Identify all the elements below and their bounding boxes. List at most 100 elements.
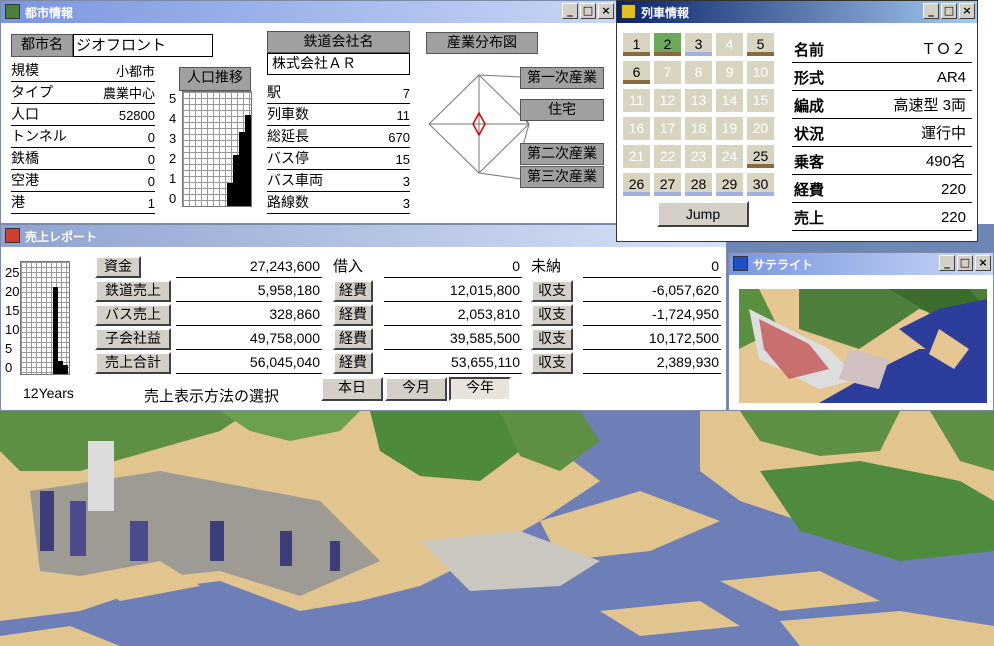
- train-slot-11[interactable]: 11: [623, 89, 650, 112]
- sales-value-col3: -1,724,950: [583, 304, 721, 326]
- minimize-button[interactable]: _: [562, 3, 578, 19]
- train-info-value: 220: [940, 181, 966, 198]
- minimize-button[interactable]: _: [939, 255, 955, 271]
- train-slot-19[interactable]: 19: [716, 117, 743, 140]
- city-info-window: 都市情報 _ □ × 都市名 ジオフロント 規模 小都市 タイプ 農業中心 人口 52800 ト…: [0, 0, 617, 224]
- company-stat-label: 路線数: [267, 195, 309, 211]
- city-map-view[interactable]: [0, 411, 994, 646]
- train-slot-5[interactable]: 5: [747, 33, 774, 56]
- population-bar: [245, 114, 251, 206]
- sales-axis-tick: 10: [5, 322, 20, 337]
- sales-category-button[interactable]: 売上合計: [95, 352, 171, 374]
- train-slot-26[interactable]: 26: [623, 173, 650, 196]
- train-info-title: 列車情報: [641, 5, 690, 20]
- satellite-window-controls: _ □ ×: [939, 255, 991, 271]
- train-slot-22[interactable]: 22: [654, 145, 681, 168]
- train-slot-6[interactable]: 6: [623, 61, 650, 84]
- city-stat-label: 空港: [11, 173, 39, 189]
- train-slot-9[interactable]: 9: [716, 61, 743, 84]
- sales-axis-tick: 0: [5, 360, 13, 375]
- sales-value-col1: 56,045,040: [176, 352, 322, 374]
- maximize-button[interactable]: □: [580, 3, 596, 19]
- company-stat-row: バス車両 3: [267, 171, 410, 192]
- close-button[interactable]: ×: [975, 255, 991, 271]
- sales-category-button[interactable]: 子会社益: [95, 328, 171, 350]
- period-tab-0[interactable]: 本日: [321, 377, 383, 401]
- sales-category-button[interactable]: バス売上: [95, 304, 171, 326]
- train-info-label: 乗客: [794, 153, 825, 171]
- train-info-row: 売上 220: [792, 207, 972, 231]
- train-slot-29[interactable]: 29: [716, 173, 743, 196]
- balance-button[interactable]: 収支: [531, 304, 573, 326]
- train-slot-13[interactable]: 13: [685, 89, 712, 112]
- close-button[interactable]: ×: [959, 3, 975, 19]
- satellite-minimap[interactable]: [739, 289, 987, 403]
- city-stat-value: 小都市: [115, 64, 155, 79]
- balance-button[interactable]: 収支: [531, 328, 573, 350]
- sales-category-button[interactable]: 鉄道売上: [95, 280, 171, 302]
- train-slot-30[interactable]: 30: [747, 173, 774, 196]
- satellite-icon: [733, 256, 748, 271]
- sales-value-col3: 0: [583, 256, 721, 278]
- industry-label: 第三次産業: [520, 166, 604, 188]
- company-stat-value: 15: [395, 152, 410, 167]
- train-slot-21[interactable]: 21: [623, 145, 650, 168]
- train-info-label: 編成: [794, 97, 825, 115]
- city-stat-row: 規模 小都市: [11, 61, 155, 82]
- train-slot-24[interactable]: 24: [716, 145, 743, 168]
- population-bar: [227, 183, 233, 206]
- company-name-label: 鉄道会社名: [267, 31, 410, 53]
- train-slot-14[interactable]: 14: [716, 89, 743, 112]
- period-tab-1[interactable]: 今月: [385, 377, 447, 401]
- population-axis-tick: 0: [169, 191, 177, 206]
- city-stat-label: タイプ: [11, 85, 53, 101]
- expense-button[interactable]: 経費: [333, 304, 373, 326]
- balance-button[interactable]: 収支: [531, 280, 573, 302]
- city-stat-label: 鉄橋: [11, 151, 39, 167]
- expense-button[interactable]: 経費: [333, 328, 373, 350]
- train-info-window: 列車情報 _ □ × 1 2 3 4 5 6 7 8 9 10 11 12 13 14 15 16 17 18 19 20…: [616, 0, 978, 242]
- expense-button[interactable]: 経費: [333, 352, 373, 374]
- population-bar: [233, 154, 239, 206]
- train-slot-27[interactable]: 27: [654, 173, 681, 196]
- train-info-value: 220: [940, 209, 966, 226]
- train-slot-1[interactable]: 1: [623, 33, 650, 56]
- train-info-value: 高速型 3両: [893, 97, 966, 114]
- period-tab-2[interactable]: 今年: [449, 377, 511, 401]
- train-info-label: 形式: [794, 69, 825, 87]
- train-slot-3[interactable]: 3: [685, 33, 712, 56]
- loan-label: 借入: [333, 257, 364, 275]
- sales-years-label: 12Years: [23, 385, 74, 401]
- train-slot-7[interactable]: 7: [654, 61, 681, 84]
- train-info-row: 経費 220: [792, 179, 972, 203]
- train-slot-2[interactable]: 2: [654, 33, 681, 56]
- city-stat-row: タイプ 農業中心: [11, 83, 155, 104]
- city-window-controls: _ □ ×: [562, 3, 614, 19]
- train-slot-23[interactable]: 23: [685, 145, 712, 168]
- train-info-icon: [621, 4, 636, 19]
- train-slot-4[interactable]: 4: [716, 33, 743, 56]
- train-slot-20[interactable]: 20: [747, 117, 774, 140]
- train-slot-25[interactable]: 25: [747, 145, 774, 168]
- train-slot-17[interactable]: 17: [654, 117, 681, 140]
- population-chart: [182, 91, 252, 207]
- train-slot-12[interactable]: 12: [654, 89, 681, 112]
- train-slot-8[interactable]: 8: [685, 61, 712, 84]
- sales-value-col2: 39,585,500: [384, 328, 522, 350]
- company-stat-row: バス停 15: [267, 149, 410, 170]
- balance-button[interactable]: 収支: [531, 352, 573, 374]
- jump-button[interactable]: Jump: [657, 201, 749, 227]
- city-info-titlebar[interactable]: 都市情報: [1, 1, 616, 23]
- train-slot-16[interactable]: 16: [623, 117, 650, 140]
- train-slot-18[interactable]: 18: [685, 117, 712, 140]
- maximize-button[interactable]: □: [957, 255, 973, 271]
- city-stat-value: 0: [147, 152, 155, 167]
- population-axis-tick: 4: [169, 111, 177, 126]
- maximize-button[interactable]: □: [941, 3, 957, 19]
- expense-button[interactable]: 経費: [333, 280, 373, 302]
- train-slot-10[interactable]: 10: [747, 61, 774, 84]
- train-slot-28[interactable]: 28: [685, 173, 712, 196]
- minimize-button[interactable]: _: [923, 3, 939, 19]
- train-slot-15[interactable]: 15: [747, 89, 774, 112]
- close-button[interactable]: ×: [598, 3, 614, 19]
